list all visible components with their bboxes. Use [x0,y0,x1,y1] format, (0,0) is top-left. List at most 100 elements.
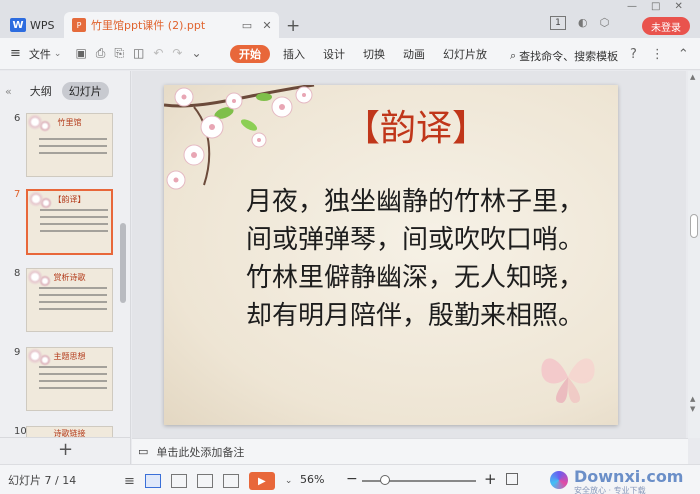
ribbon-tabs: 开始 插入 设计 切换 动画 幻灯片放 [230,45,496,63]
watermark-logo: Downxi.com [574,467,684,486]
thumbnail-title: 【韵译】 [53,195,86,204]
slide-number: 6 [14,113,21,124]
butterfly-icon [541,358,595,403]
slide-number: 8 [14,268,21,279]
more-options-icon[interactable]: ⋮ [651,47,664,62]
more-chevron-icon[interactable]: ⌄ [191,46,201,61]
add-slide-button[interactable]: + [0,437,131,461]
thumbnail-preview[interactable]: 赏析诗歌 [26,268,113,332]
tab-home[interactable]: 开始 [230,45,270,63]
ai-assistant-icon[interactable] [550,471,568,489]
watermark-subtitle: 安全放心 · 专业下载 [574,486,646,494]
slide-thumbnail-active[interactable]: 7 【韵译】 [0,189,122,259]
document-tab[interactable]: P 竹里馆ppt课件 (2).ppt ▭ ✕ [64,12,279,38]
slide-title[interactable]: 【韵译】 [344,99,488,151]
current-slide[interactable]: 【韵译】 月夜，独坐幽静的竹林子里， 间或弹弹琴，间或吹吹口哨。 竹林里僻静幽深… [164,85,618,425]
thumbnail-preview[interactable]: 竹里馆 [26,113,113,177]
sorter-view-icon[interactable] [170,474,187,488]
help-icon[interactable]: ? [630,47,637,62]
wps-logo-icon: W [10,18,26,32]
quick-access-toolbar: ▣ ⎙ ⎘ ◫ ↶ ↷ ⌄ [75,46,201,61]
collapse-panel-icon[interactable]: « [5,85,12,98]
slide-number: 7 [14,189,21,200]
tab-insert[interactable]: 插入 [274,45,314,63]
tab-transition[interactable]: 切换 [354,45,394,63]
zoom-level[interactable]: 56% [300,473,324,486]
reading-view-icon[interactable] [196,474,213,488]
export-icon[interactable]: ⎙ [96,46,106,61]
minimize-icon[interactable]: — [627,1,637,12]
ppt-file-icon: P [72,18,86,32]
command-search-label: 查找命令、搜索模板 [519,50,619,63]
presenter-view-icon[interactable] [222,474,239,488]
slide-text-line: 间或弹弹琴，间或吹吹口哨。 [246,225,585,255]
scroll-up-icon[interactable]: ▲ [690,395,695,403]
wps-home-tab[interactable]: W WPS [4,12,60,38]
zoom-slider-handle[interactable] [379,475,390,485]
slide-body-text[interactable]: 月夜，独坐幽静的竹林子里， 间或弹弹琴，间或吹吹口哨。 竹林里僻静幽深，无人知晓… [246,183,616,335]
ribbon-bar: ≡ 文件 ⌄ ▣ ⎙ ⎘ ◫ ↶ ↷ ⌄ 开始 插入 设计 切换 动画 幻灯片放… [0,38,700,70]
thumbnail-preview[interactable]: 【韵译】 [26,189,113,255]
slide-text-line: 竹林里僻静幽深，无人知晓， [246,263,585,293]
panel-tabs: « 大纲 幻灯片 [0,81,131,101]
tab-design[interactable]: 设计 [314,45,354,63]
screen-icon[interactable]: ▭ [239,17,255,33]
collapse-ribbon-icon[interactable]: ⌃ [678,47,689,62]
hamburger-menu-icon[interactable]: ≡ [10,46,21,61]
slide-panel: « 大纲 幻灯片 6 竹里馆 7 【韵译】 8 赏析诗歌 9 主题思想 10 诗… [0,71,131,464]
close-window-icon[interactable]: ✕ [674,1,682,12]
fit-window-icon[interactable] [506,473,518,485]
normal-view-icon[interactable] [144,474,161,488]
print-icon[interactable]: ⎘ [114,46,124,61]
preview-icon[interactable]: ◫ [133,46,144,61]
scroll-up-icon[interactable]: ▲ [690,73,695,81]
view-switcher: ≡ ▶ ⌄ [124,472,292,490]
slide-text-line: 却有明月陪伴，殷勤来相照。 [246,301,585,331]
command-search[interactable]: ⌕ 查找命令、搜索模板 [510,48,618,64]
slide-number: 9 [14,347,21,358]
status-bar: 幻灯片 7 / 14 ≡ ▶ ⌄ 56% − + Downxi.com 安全放心… [0,464,700,494]
slide-text-line: 月夜，独坐幽静的竹林子里， [246,187,585,217]
thumbnail-title: 赏析诗歌 [53,273,86,282]
login-button[interactable]: 未登录 [642,17,690,35]
skin-icon[interactable]: ◐ [578,16,588,30]
cube-icon[interactable]: ⬡ [600,16,610,30]
new-tab-button[interactable]: + [286,16,300,36]
undo-icon[interactable]: ↶ [153,46,163,61]
zoom-out-button[interactable]: − [346,471,358,487]
file-menu[interactable]: 文件 [29,46,51,62]
file-chevron-icon[interactable]: ⌄ [54,49,62,59]
slide-thumbnail[interactable]: 9 主题思想 [0,347,122,417]
notes-bar[interactable]: ▭ 单击此处添加备注 [132,438,688,464]
maximize-icon[interactable]: □ [651,1,660,12]
scrollbar-thumb[interactable] [690,214,698,238]
canvas-scrollbar[interactable]: ▲ ▲ ▼ [688,71,700,438]
notes-icon: ▭ [138,445,149,458]
tab-animation[interactable]: 动画 [394,45,434,63]
document-tab-title: 竹里馆ppt课件 (2).ppt [91,19,206,32]
slide-number: 10 [14,426,27,437]
play-slideshow-button[interactable]: ▶ [248,472,275,490]
tab-outline[interactable]: 大纲 [30,83,52,99]
scroll-down-icon[interactable]: ▼ [690,405,695,413]
slide-counter: 幻灯片 7 / 14 [8,473,77,487]
close-tab-icon[interactable]: ✕ [259,17,275,33]
slide-canvas: 【韵译】 月夜，独坐幽静的竹林子里， 间或弹弹琴，间或吹吹口哨。 竹林里僻静幽深… [132,71,686,438]
slide-thumbnail[interactable]: 8 赏析诗歌 [0,268,122,338]
wps-tab-label: WPS [30,18,55,32]
notes-toggle-icon[interactable]: ≡ [124,474,135,489]
window-count-badge[interactable]: 1 [550,16,566,30]
tab-slideshow[interactable]: 幻灯片放 [434,45,496,63]
slide-thumbnail[interactable]: 6 竹里馆 [0,113,122,183]
notes-placeholder[interactable]: 单击此处添加备注 [156,444,244,460]
zoom-in-button[interactable]: + [484,470,497,488]
panel-scrollbar[interactable] [120,223,126,303]
thumbnail-preview[interactable]: 主题思想 [26,347,113,411]
save-icon[interactable]: ▣ [75,46,86,61]
tab-slides[interactable]: 幻灯片 [61,82,109,100]
search-icon: ⌕ [510,49,517,62]
redo-icon[interactable]: ↷ [172,46,182,61]
thumbnail-title: 主题思想 [53,352,86,361]
play-options-chevron-icon[interactable]: ⌄ [285,476,293,486]
window-controls: — □ ✕ [627,1,683,12]
